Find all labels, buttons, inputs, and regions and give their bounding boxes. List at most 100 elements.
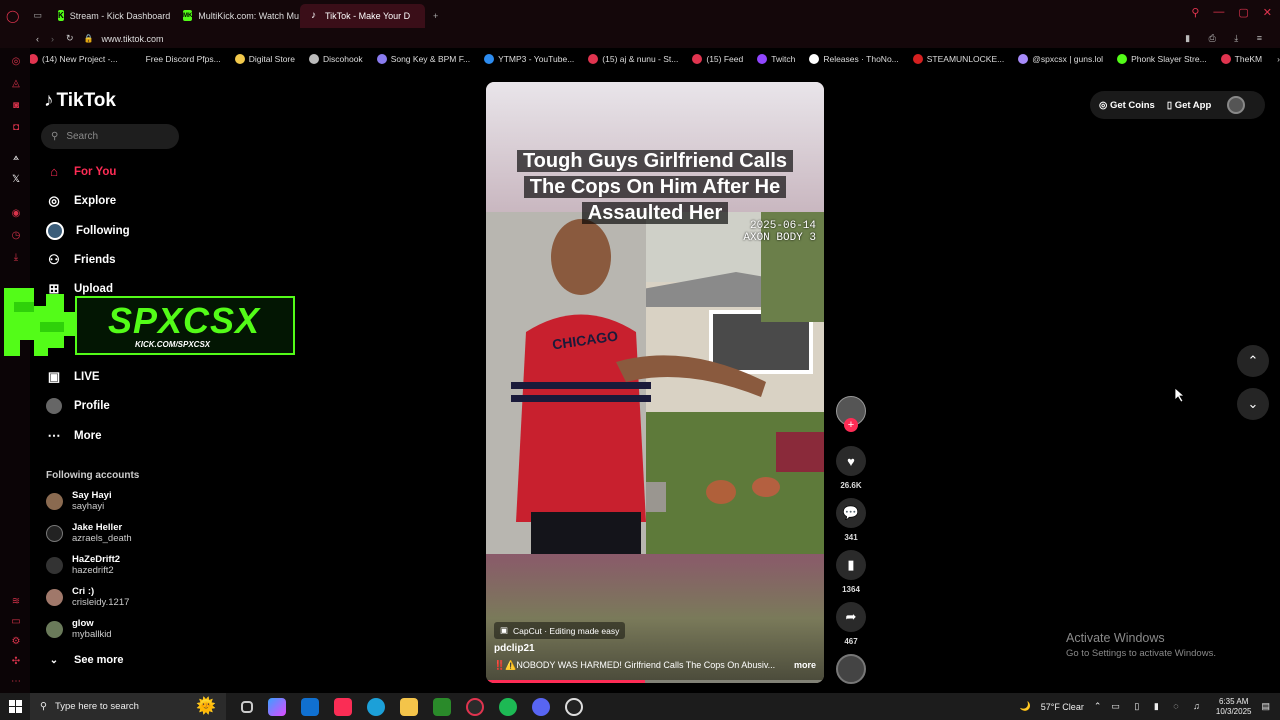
like-button[interactable]: ♥ 26.6K (836, 446, 866, 490)
forward-icon[interactable]: › (51, 34, 54, 44)
bookmark-favicon-icon (912, 54, 923, 64)
nav-profile[interactable]: Profile (46, 398, 110, 414)
back-icon[interactable]: ‹ (36, 34, 39, 44)
new-tab-button[interactable]: + (425, 4, 446, 28)
following-avatar-icon (46, 222, 64, 240)
see-more-button[interactable]: ⌄ See more (46, 654, 124, 666)
chevron-down-icon: ⌄ (49, 654, 59, 666)
bodycam-timestamp: 2025-06-14 AXON BODY 3 (743, 220, 816, 244)
sidebar-ai-icon[interactable]: ◬ (10, 78, 22, 90)
obs-icon[interactable] (565, 697, 583, 716)
tab-tiktok[interactable]: ♪ TikTok - Make Your D (299, 3, 425, 28)
bookmark-item[interactable]: (15) Feed (692, 54, 743, 64)
bookmark-item[interactable]: Twitch (757, 54, 795, 64)
bookmark-item[interactable]: Free Discord Pfps... (131, 54, 221, 64)
following-account[interactable]: Jake Heller azraels_death (46, 522, 132, 544)
nav-friends[interactable]: ⚇ Friends (46, 252, 115, 268)
sidebar-wallet-icon[interactable]: ▭ (10, 616, 22, 628)
bookmark-item[interactable]: Song Key & BPM F... (376, 54, 470, 64)
notifications-icon[interactable]: ▤ (1261, 701, 1270, 712)
video-progress-bar[interactable] (486, 680, 824, 683)
nav-for-you[interactable]: ⌂ For You (46, 164, 116, 179)
tiktok-logo[interactable]: ♪ TikTok (44, 90, 116, 112)
bookmark-item[interactable]: TheKM (1220, 54, 1262, 64)
creator-avatar[interactable]: + (836, 396, 866, 432)
video-player[interactable]: CHICAGO Tough Guys Girlfriend Calls The … (486, 82, 824, 683)
nav-live[interactable]: ▣ LIVE (46, 369, 100, 385)
edge-icon[interactable] (367, 697, 385, 716)
tray-overflow-icon[interactable]: ⌃ (1094, 701, 1102, 712)
sidebar-extensions-icon[interactable]: ✣ (10, 656, 22, 668)
sidebar-more-icon[interactable]: ⋯ (10, 676, 22, 688)
bookmark-item[interactable]: (15) aj & nunu - St... (588, 54, 678, 64)
spotify-icon[interactable] (499, 697, 517, 716)
bookmark-item[interactable]: Releases · ThoNo... (809, 54, 899, 64)
taskbar-search-input[interactable]: ⚲ Type here to search 🌞 (30, 693, 226, 720)
bookmark-item[interactable]: Phonk Slayer Stre... (1117, 54, 1207, 64)
opera-menu-button[interactable]: ◯ (0, 4, 25, 28)
tab-switcher-icon[interactable]: ▭ (25, 4, 50, 28)
bookmark-item[interactable]: STEAMUNLOCKE... (912, 54, 1004, 64)
bookmark-item[interactable]: @spxcsx | guns.lol (1018, 54, 1103, 64)
bookmark-item[interactable]: YTMP3 - YouTube... (484, 54, 574, 64)
sidebar-vpn-icon[interactable]: ≋ (10, 596, 22, 608)
tab-multikick[interactable]: MK MultiKick.com: Watch Mu (175, 4, 300, 28)
following-account[interactable]: Cri :) crisleidy.1217 (46, 586, 129, 608)
following-account[interactable]: Say Hayi sayhayi (46, 490, 112, 512)
bookmark-favicon-icon (131, 54, 142, 64)
opera-gx-icon[interactable] (466, 697, 484, 716)
bookmark-item[interactable]: Discohook (309, 54, 363, 64)
bookmark-favicon-icon (757, 54, 768, 64)
next-video-button[interactable]: ⌄ (1237, 388, 1269, 420)
following-account[interactable]: HaZeDrift2 hazedrift2 (46, 554, 120, 576)
windows-start-icon[interactable] (9, 700, 22, 713)
nav-following[interactable]: Following (46, 222, 130, 240)
previous-video-button[interactable]: ⌃ (1237, 345, 1269, 377)
nav-more[interactable]: ⋯ More (46, 428, 102, 444)
sidebar-instagram-icon[interactable]: ◘ (10, 122, 22, 134)
comment-button[interactable]: 💬 341 (836, 498, 866, 542)
caption-more-button[interactable]: more (794, 660, 816, 671)
tray-icons[interactable]: ▭ ▯ ▮ ◌ ♫ (1111, 701, 1206, 712)
save-button[interactable]: ▮ 1364 (836, 550, 866, 594)
bookmark-item[interactable]: Digital Store (234, 54, 295, 64)
video-author[interactable]: pdclip21 (494, 643, 535, 654)
follow-plus-icon[interactable]: + (844, 418, 858, 432)
following-account[interactable]: glow myballkid (46, 618, 112, 640)
user-avatar[interactable] (1227, 96, 1246, 114)
minimize-icon[interactable]: — (1213, 6, 1224, 19)
music-disc-button[interactable] (836, 654, 866, 684)
sidebar-history-icon[interactable]: ◷ (10, 230, 22, 242)
clock[interactable]: 6:35 AM 10/3/2025 (1216, 697, 1252, 717)
share-button[interactable]: ➦ 467 (836, 602, 866, 646)
sidebar-x-icon[interactable]: 𝕏 (10, 174, 22, 186)
reload-icon[interactable]: ↻ (66, 33, 74, 44)
close-icon[interactable]: ✕ (1263, 6, 1272, 19)
capcut-badge[interactable]: ▣ CapCut · Editing made easy (494, 622, 626, 639)
copilot-icon[interactable] (268, 697, 286, 716)
weather-text[interactable]: 57°F Clear (1041, 702, 1084, 712)
search-tabs-icon[interactable]: ⚲ (1191, 6, 1199, 19)
bookmark-item[interactable]: (14) New Project -... (28, 54, 118, 64)
nav-explore[interactable]: ◎ Explore (46, 193, 116, 209)
search-highlight-icon: 🌞 (196, 698, 216, 715)
music-app-icon[interactable] (334, 697, 352, 716)
search-input[interactable]: ⚲ Search (41, 124, 179, 149)
sidebar-player-icon[interactable]: ◉ (10, 208, 22, 220)
sidebar-settings-icon[interactable]: ⚙ (10, 636, 22, 648)
task-view-icon[interactable] (241, 700, 253, 713)
tab-kick-dashboard[interactable]: K Stream - Kick Dashboard (50, 4, 175, 28)
sidebar-home-icon[interactable]: ◎ (10, 56, 22, 68)
xbox-app-icon[interactable] (433, 697, 451, 716)
maximize-icon[interactable]: ▢ (1238, 6, 1248, 19)
sidebar-messenger-icon[interactable]: ◙ (10, 100, 22, 112)
get-coins-button[interactable]: ◎ Get Coins (1099, 100, 1155, 111)
outlook-icon[interactable] (301, 697, 319, 716)
get-app-button[interactable]: ▯ Get App (1167, 100, 1211, 111)
sidebar-kick-icon[interactable]: ⟑ (10, 152, 22, 164)
file-explorer-icon[interactable] (400, 697, 418, 716)
sidebar-downloads-icon[interactable]: ⤓ (10, 252, 22, 264)
weather-icon: 🌙 (1019, 701, 1031, 711)
discord-icon[interactable] (532, 697, 550, 716)
url-field[interactable]: www.tiktok.com (102, 34, 164, 44)
